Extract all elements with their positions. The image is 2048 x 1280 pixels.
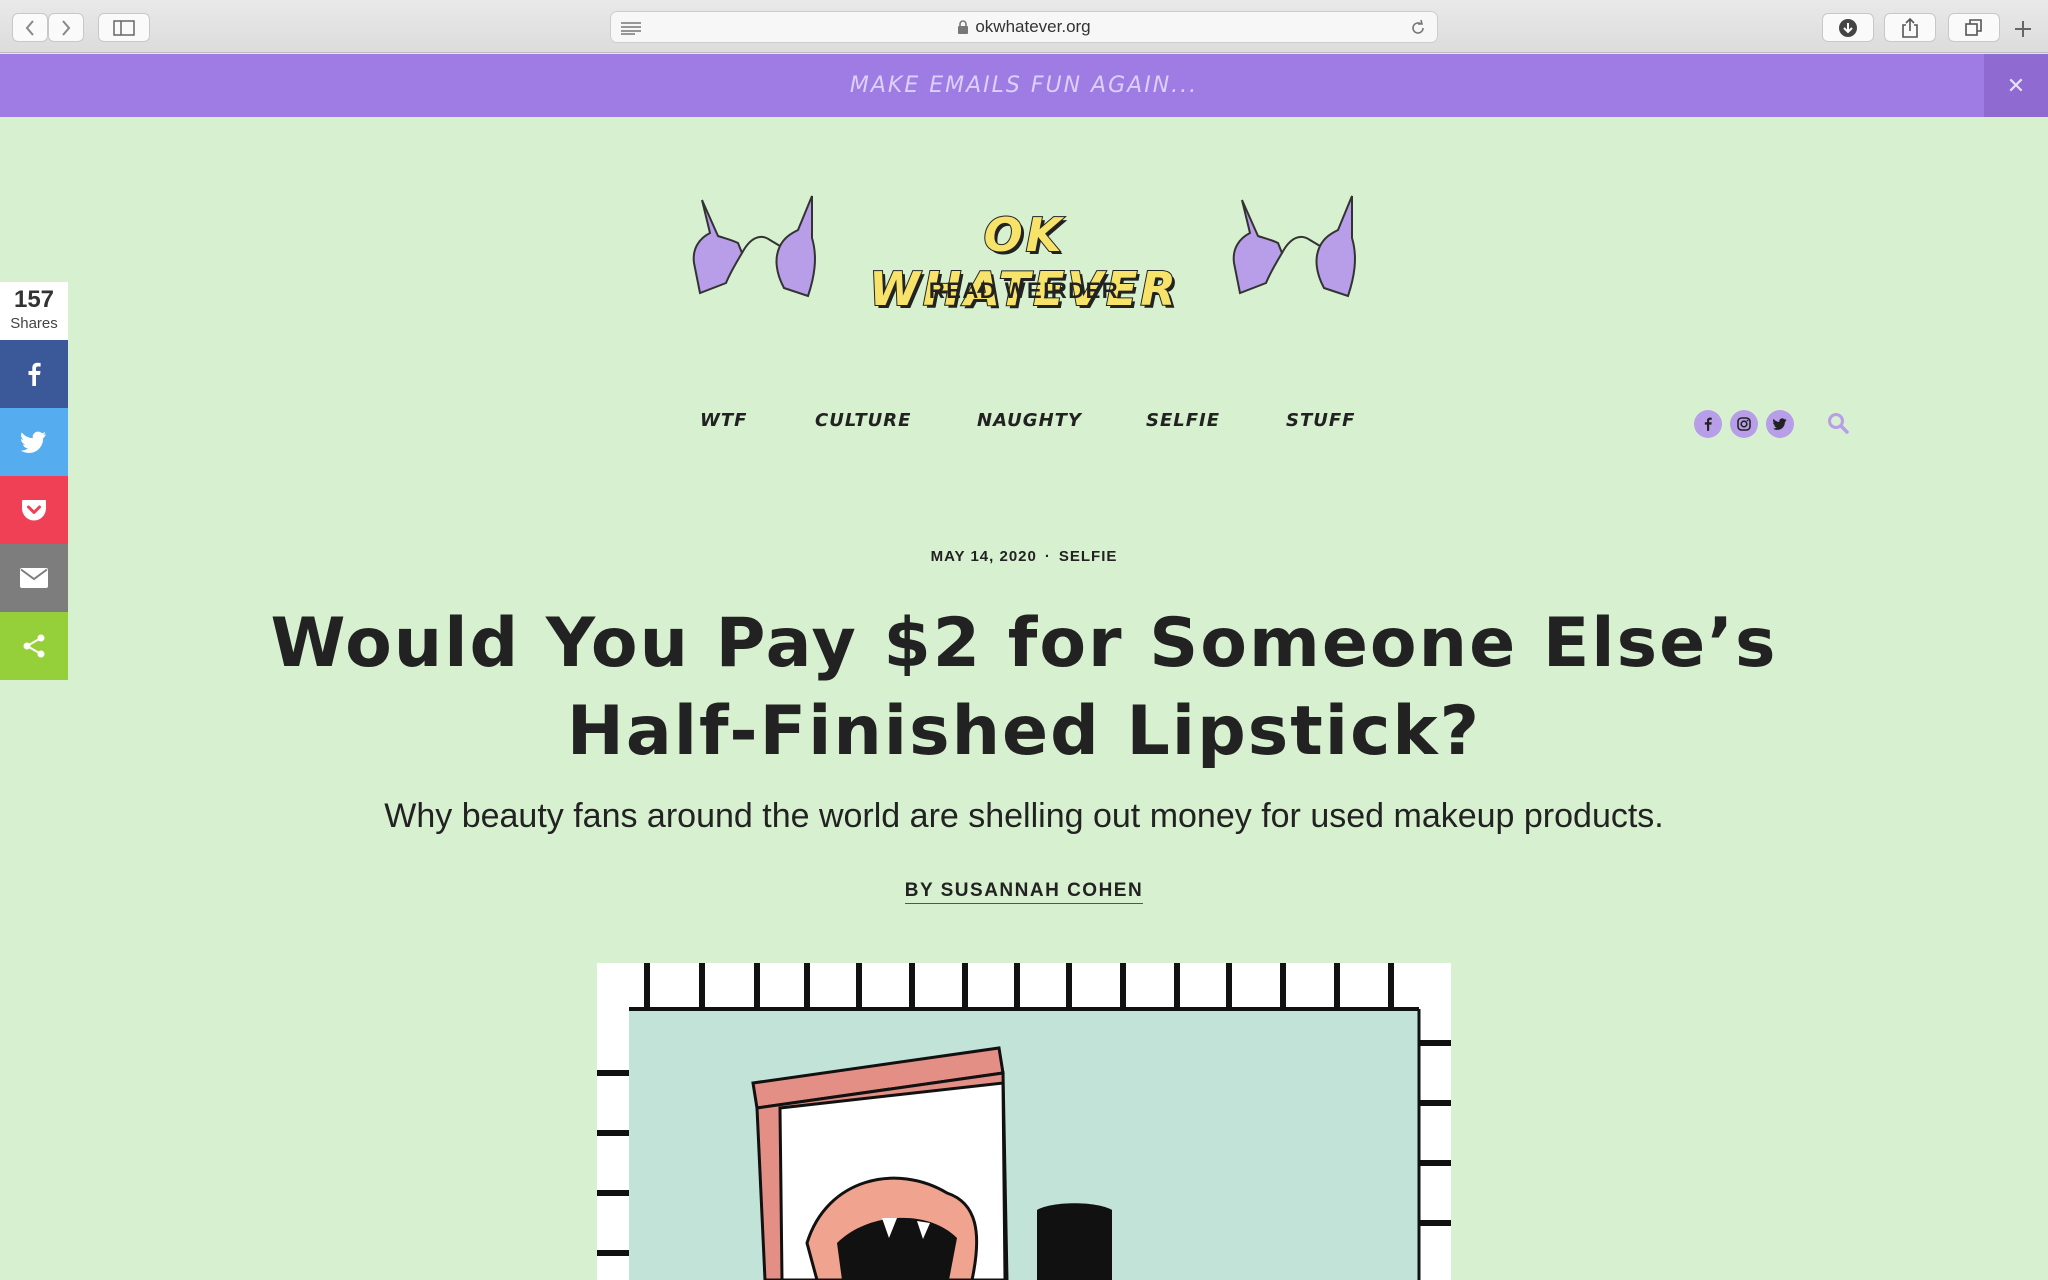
browser-toolbar: okwhatever.org	[0, 0, 2048, 53]
forward-button[interactable]	[48, 13, 84, 42]
facebook-icon	[28, 362, 41, 386]
nav-item-wtf[interactable]: WTF	[700, 410, 747, 431]
nav-item-selfie[interactable]: SELFIE	[1146, 410, 1220, 431]
meta-separator: ·	[1044, 548, 1051, 565]
chevron-left-icon	[25, 19, 34, 36]
nav-twitter-link[interactable]	[1766, 410, 1794, 438]
article-meta: MAY 14, 2020 · SELFIE	[0, 548, 2048, 565]
article-byline: BY SUSANNAH COHEN	[0, 880, 2048, 904]
article-date: MAY 14, 2020	[930, 548, 1037, 565]
lock-icon	[958, 20, 969, 34]
share-facebook-button[interactable]	[0, 340, 68, 408]
share-count-box: 157 Shares	[0, 282, 68, 340]
nav-item-culture[interactable]: CULTURE	[815, 410, 911, 431]
share-icon	[23, 634, 45, 658]
reader-icon[interactable]	[621, 21, 641, 35]
instagram-icon	[1737, 417, 1751, 431]
share-pocket-button[interactable]	[0, 476, 68, 544]
nav-instagram-link[interactable]	[1730, 410, 1758, 438]
plus-icon	[2015, 21, 2031, 37]
close-icon: ✕	[2006, 72, 2026, 98]
sidebar-toggle-button[interactable]	[98, 13, 150, 42]
email-icon	[20, 568, 48, 588]
share-more-button[interactable]	[0, 612, 68, 680]
download-icon	[1839, 18, 1857, 37]
nav-item-stuff[interactable]: STUFF	[1286, 410, 1355, 431]
site-logo[interactable]: OK WHATEVER READ WEIRDER	[680, 188, 1368, 317]
tabs-button[interactable]	[1948, 13, 2000, 42]
article-headline: Would You Pay $2 for Someone Else’s Half…	[270, 604, 1778, 771]
share-label: Shares	[10, 315, 58, 332]
reload-icon[interactable]	[1409, 19, 1427, 37]
promo-banner[interactable]: MAKE EMAILS FUN AGAIN... ✕	[0, 54, 2048, 117]
nav-item-naughty[interactable]: NAUGHTY	[977, 410, 1082, 431]
facebook-icon	[1704, 417, 1712, 431]
logo-tagline: READ WEIRDER	[928, 278, 1120, 303]
author-link[interactable]: BY SUSANNAH COHEN	[904, 880, 1144, 904]
hero-illustration	[597, 963, 1451, 1280]
pocket-icon	[22, 500, 46, 521]
nav-facebook-link[interactable]	[1694, 410, 1722, 438]
search-icon	[1828, 413, 1849, 434]
share-page-button[interactable]	[1884, 13, 1936, 42]
twitter-icon	[1773, 418, 1787, 430]
hands-left-icon	[692, 195, 816, 298]
back-button[interactable]	[12, 13, 48, 42]
banner-text[interactable]: MAKE EMAILS FUN AGAIN...	[850, 73, 1198, 98]
url-text: okwhatever.org	[975, 17, 1091, 36]
chevron-right-icon	[62, 19, 71, 36]
address-bar[interactable]: okwhatever.org	[610, 11, 1438, 43]
article-category-link[interactable]: SELFIE	[1059, 548, 1118, 565]
downloads-button[interactable]	[1822, 13, 1874, 42]
share-out-icon	[1902, 17, 1918, 38]
share-count: 157	[13, 286, 55, 313]
search-button[interactable]	[1827, 412, 1849, 439]
hands-right-icon	[1232, 195, 1356, 298]
banner-close-button[interactable]: ✕	[1984, 54, 2048, 117]
article-dek: Why beauty fans around the world are she…	[384, 797, 1664, 835]
tabs-icon	[1965, 18, 1982, 36]
hero-image	[597, 963, 1451, 1280]
new-tab-button[interactable]	[2012, 18, 2034, 45]
share-sidebar: 157 Shares	[0, 282, 68, 680]
sidebar-icon	[113, 19, 135, 36]
